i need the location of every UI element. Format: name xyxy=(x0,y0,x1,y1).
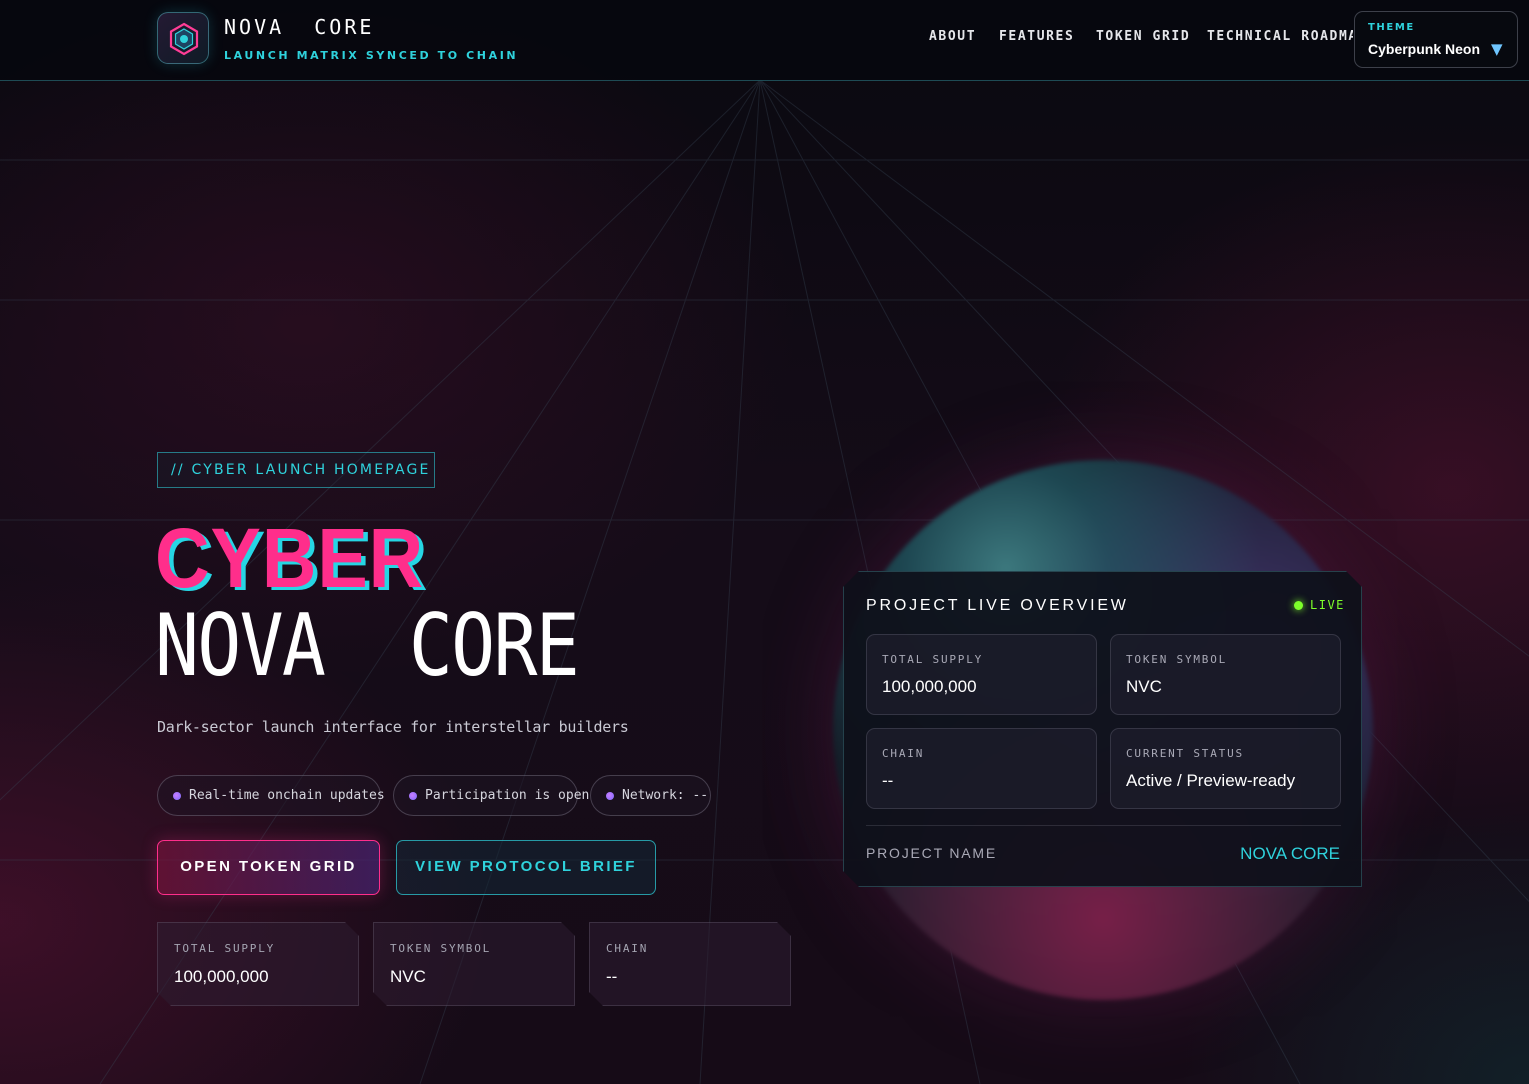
live-dot-icon xyxy=(1294,601,1303,610)
live-badge: LIVE xyxy=(1310,598,1345,612)
open-token-grid-button[interactable]: OPEN TOKEN GRID xyxy=(157,840,380,895)
divider xyxy=(866,825,1341,826)
stat-card-total-supply: TOTAL SUPPLY 100,000,000 xyxy=(157,922,359,1006)
hero-subtitle: Dark-sector launch interface for interst… xyxy=(157,718,629,736)
brand-name[interactable]: NOVA CORE xyxy=(224,15,374,39)
pill-participation: Participation is open xyxy=(393,775,589,816)
pill-label: Real-time onchain updates xyxy=(189,788,385,803)
hexagon-core-icon xyxy=(169,22,199,56)
nav-token-grid[interactable]: TOKEN GRID xyxy=(1096,29,1190,44)
stat-card-chain: CHAIN -- xyxy=(589,922,791,1006)
brand-logo[interactable] xyxy=(157,12,209,64)
status-dot-icon xyxy=(409,792,417,800)
pill-label: Participation is open xyxy=(425,788,590,803)
nav-about[interactable]: ABOUT xyxy=(929,29,976,44)
tile-value: NVC xyxy=(1126,677,1162,696)
nav-roadmap-clip: TECHNICAL ROADMAP xyxy=(1207,24,1353,52)
tile-label: TOKEN SYMBOL xyxy=(1126,653,1228,666)
stat-value: -- xyxy=(606,967,618,986)
theme-label: THEME xyxy=(1368,22,1415,33)
stat-value: 100,000,000 xyxy=(174,967,269,986)
tile-value: Active / Preview-ready xyxy=(1126,771,1296,790)
theme-select[interactable]: THEME Cyberpunk Neon ▼ xyxy=(1354,11,1518,68)
tile-value: -- xyxy=(882,771,894,790)
hero-title-cyber: CYBER xyxy=(155,511,425,605)
tile-label: CURRENT STATUS xyxy=(1126,747,1244,760)
chevron-down-icon: ▼ xyxy=(1491,40,1503,58)
status-dot-icon xyxy=(606,792,614,800)
tile-value: 100,000,000 xyxy=(882,677,977,696)
pill-realtime-updates: Real-time onchain updates xyxy=(157,775,385,816)
stat-label: CHAIN xyxy=(606,942,649,955)
tile-label: TOTAL SUPPLY xyxy=(882,653,984,666)
stat-label: TOTAL SUPPLY xyxy=(174,942,276,955)
tile-chain: CHAIN -- xyxy=(866,728,1097,809)
hero-eyebrow: // CYBER LAUNCH HOMEPAGE xyxy=(157,452,435,488)
project-overview-panel: PROJECT LIVE OVERVIEW LIVE TOTAL SUPPLY … xyxy=(843,571,1362,887)
tile-token-symbol: TOKEN SYMBOL NVC xyxy=(1110,634,1341,715)
nav-features[interactable]: FEATURES xyxy=(999,29,1074,44)
status-dot-icon xyxy=(173,792,181,800)
brand-tagline: LAUNCH MATRIX SYNCED TO CHAIN xyxy=(224,49,519,62)
panel-title: PROJECT LIVE OVERVIEW xyxy=(866,597,1129,614)
tile-current-status: CURRENT STATUS Active / Preview-ready xyxy=(1110,728,1341,809)
stat-label: TOKEN SYMBOL xyxy=(390,942,492,955)
pill-network: Network: -- xyxy=(590,775,711,816)
project-name-value: NOVA CORE xyxy=(1240,844,1340,863)
theme-value: Cyberpunk Neon xyxy=(1368,41,1481,57)
project-name-label: PROJECT NAME xyxy=(866,845,998,861)
tile-label: CHAIN xyxy=(882,747,925,760)
hero-title-nova-core: NOVA CORE xyxy=(155,596,580,696)
nav-technical-roadmap[interactable]: TECHNICAL ROADMAP xyxy=(1207,29,1353,44)
stat-value: NVC xyxy=(390,967,426,986)
view-protocol-brief-button[interactable]: VIEW PROTOCOL BRIEF xyxy=(396,840,656,895)
pill-label: Network: -- xyxy=(622,788,709,803)
stat-card-token-symbol: TOKEN SYMBOL NVC xyxy=(373,922,575,1006)
top-header: NOVA CORE LAUNCH MATRIX SYNCED TO CHAIN … xyxy=(0,0,1529,81)
tile-total-supply: TOTAL SUPPLY 100,000,000 xyxy=(866,634,1097,715)
